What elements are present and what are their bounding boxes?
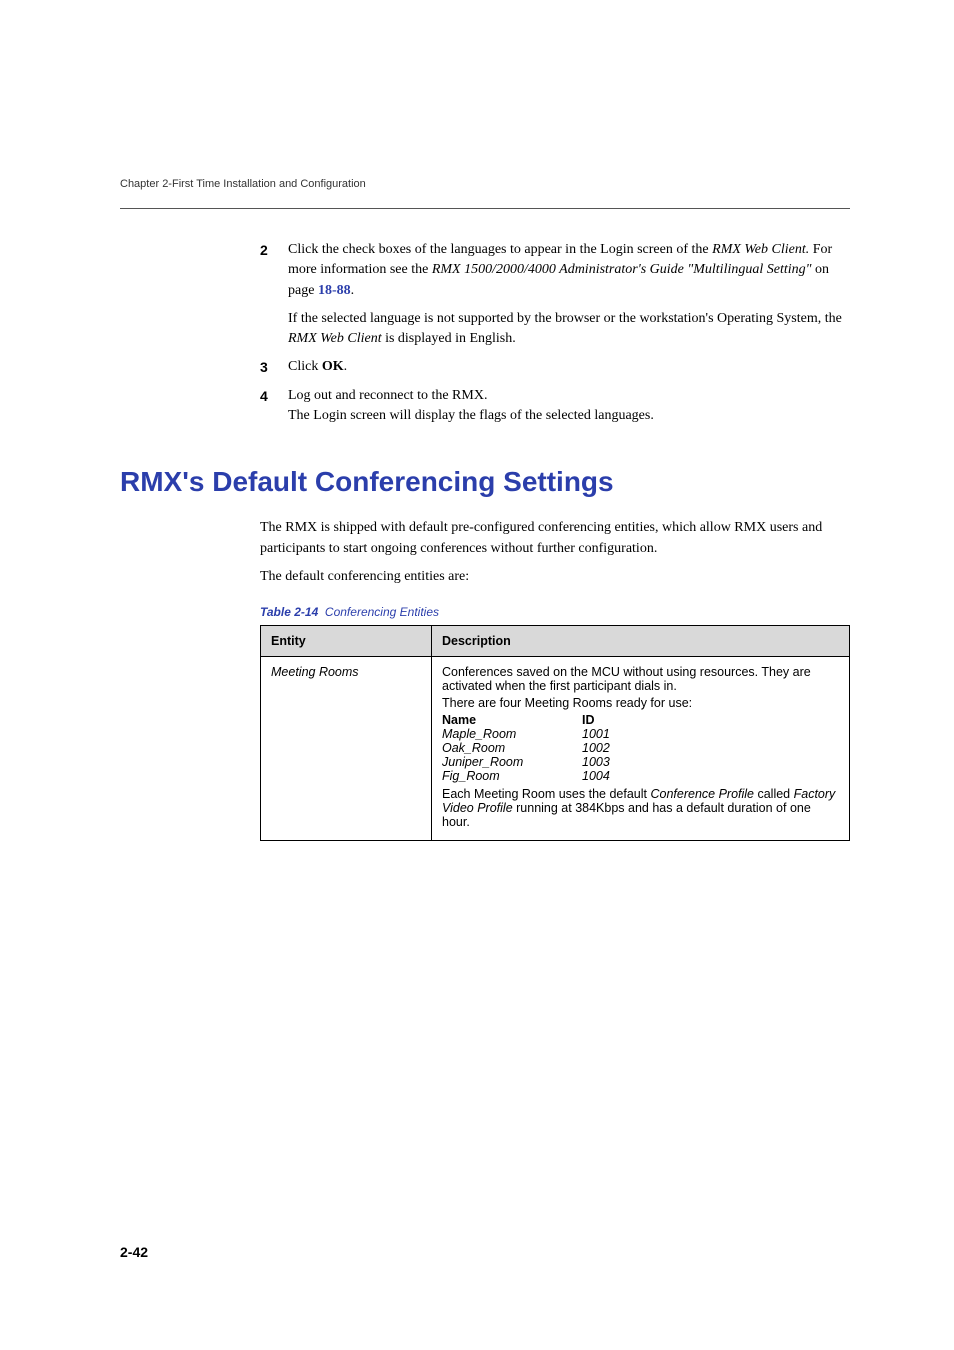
room-row: Fig_Room 1004 bbox=[442, 769, 839, 783]
top-rule bbox=[120, 208, 850, 209]
content-area: 2 Click the check boxes of the languages… bbox=[260, 240, 850, 841]
desc-text: Each Meeting Room uses the default Confe… bbox=[442, 787, 839, 829]
step-4: 4 Log out and reconnect to the RMX. The … bbox=[260, 386, 850, 427]
room-name: Oak_Room bbox=[442, 741, 582, 755]
desc-text: Conferences saved on the MCU without usi… bbox=[442, 665, 839, 693]
step-body: Click OK. bbox=[288, 357, 850, 377]
page-number: 2-42 bbox=[120, 1244, 148, 1260]
conferencing-entities-table: Entity Description Meeting Rooms Confere… bbox=[260, 625, 850, 841]
step-number: 2 bbox=[260, 240, 288, 349]
step-text-bold: OK bbox=[322, 359, 344, 374]
rooms-header-row: Name ID bbox=[442, 713, 839, 727]
room-row: Oak_Room 1002 bbox=[442, 741, 839, 755]
page-ref-link[interactable]: 18-88 bbox=[318, 283, 351, 298]
room-row: Maple_Room 1001 bbox=[442, 727, 839, 741]
desc-span-italic: Conference Profile bbox=[650, 787, 754, 801]
desc-span: Each Meeting Room uses the default bbox=[442, 787, 650, 801]
room-id: 1001 bbox=[582, 727, 839, 741]
section-heading: RMX's Default Conferencing Settings bbox=[120, 466, 850, 498]
step-text: Click the check boxes of the languages t… bbox=[288, 242, 712, 257]
table-header-entity: Entity bbox=[261, 626, 432, 657]
entity-name: Meeting Rooms bbox=[271, 665, 359, 679]
body-paragraph: The default conferencing entities are: bbox=[260, 567, 850, 587]
step-text: . bbox=[351, 283, 355, 298]
table-row: Meeting Rooms Conferences saved on the M… bbox=[261, 657, 850, 841]
table-header-description: Description bbox=[432, 626, 850, 657]
room-name: Maple_Room bbox=[442, 727, 582, 741]
table-caption: Table 2-14 Conferencing Entities bbox=[260, 605, 850, 619]
step-text: If the selected language is not supporte… bbox=[288, 311, 842, 326]
step-number: 3 bbox=[260, 357, 288, 377]
desc-text: There are four Meeting Rooms ready for u… bbox=[442, 696, 839, 710]
rooms-header-id: ID bbox=[582, 713, 839, 727]
room-id: 1004 bbox=[582, 769, 839, 783]
page: 2 Click the check boxes of the languages… bbox=[0, 0, 954, 901]
step-text: Log out and reconnect to the RMX. bbox=[288, 388, 487, 403]
step-text: . bbox=[344, 359, 348, 374]
step-text-italic: RMX Web Client bbox=[288, 331, 382, 346]
step-body: Click the check boxes of the languages t… bbox=[288, 240, 850, 349]
step-3: 3 Click OK. bbox=[260, 357, 850, 377]
step-text: is displayed in English. bbox=[382, 331, 516, 346]
room-row: Juniper_Room 1003 bbox=[442, 755, 839, 769]
running-head: Chapter 2-First Time Installation and Co… bbox=[120, 178, 366, 190]
table-cell-entity: Meeting Rooms bbox=[261, 657, 432, 841]
room-id: 1003 bbox=[582, 755, 839, 769]
room-name: Juniper_Room bbox=[442, 755, 582, 769]
table-caption-title: Table 2-14 bbox=[260, 605, 318, 619]
room-name: Fig_Room bbox=[442, 769, 582, 783]
step-2: 2 Click the check boxes of the languages… bbox=[260, 240, 850, 349]
step-sub: The Login screen will display the flags … bbox=[288, 406, 850, 426]
desc-span: called bbox=[754, 787, 794, 801]
step-number: 4 bbox=[260, 386, 288, 427]
table-caption-text: Conferencing Entities bbox=[325, 605, 439, 619]
step-text-italic: RMX Web Client. bbox=[712, 242, 809, 257]
body-paragraph: The RMX is shipped with default pre-conf… bbox=[260, 518, 850, 559]
room-id: 1002 bbox=[582, 741, 839, 755]
step-text-italic: RMX 1500/2000/4000 Administrator's Guide… bbox=[432, 262, 812, 277]
rooms-header-name: Name bbox=[442, 713, 582, 727]
table-cell-description: Conferences saved on the MCU without usi… bbox=[432, 657, 850, 841]
step-text: Click bbox=[288, 359, 322, 374]
step-sub: If the selected language is not supporte… bbox=[288, 309, 850, 350]
table-header-row: Entity Description bbox=[261, 626, 850, 657]
step-body: Log out and reconnect to the RMX. The Lo… bbox=[288, 386, 850, 427]
